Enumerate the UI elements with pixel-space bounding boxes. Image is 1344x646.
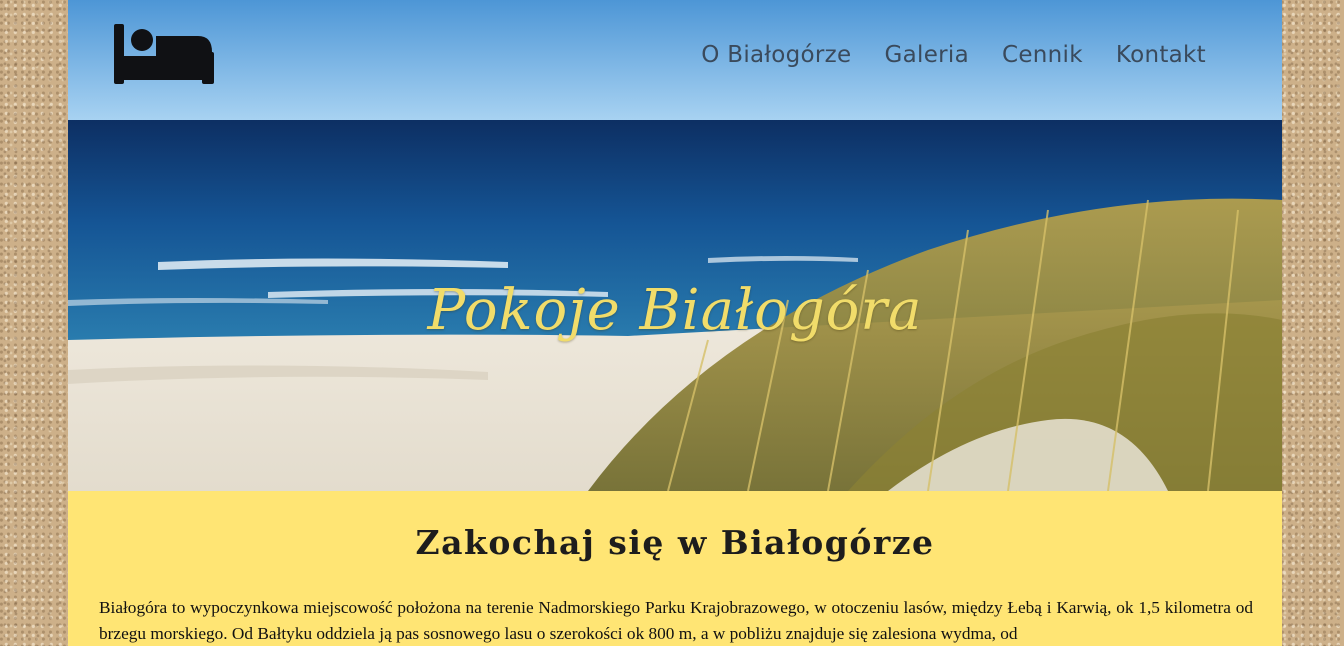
- intro-heading: Zakochaj się w Białogórze: [415, 523, 935, 562]
- main-nav: O Białogórze Galeria Cennik Kontakt: [701, 42, 1206, 68]
- intro-paragraph: Białogóra to wypoczynkowa miejscowość po…: [99, 598, 1253, 643]
- nav-link-kontakt[interactable]: Kontakt: [1116, 42, 1206, 68]
- hero-image: [68, 0, 1282, 491]
- bed-icon[interactable]: [112, 22, 216, 86]
- nav-link-o-bialogorze[interactable]: O Białogórze: [701, 42, 851, 68]
- nav-link-galeria[interactable]: Galeria: [884, 42, 969, 68]
- intro-section: Zakochaj się w Białogórze Białogóra to w…: [68, 491, 1282, 646]
- page-container: O Białogórze Galeria Cennik Kontakt Poko…: [68, 0, 1282, 646]
- hero-section: O Białogórze Galeria Cennik Kontakt Poko…: [68, 0, 1282, 491]
- hero-title: Pokoje Białogóra: [427, 278, 923, 343]
- nav-link-cennik[interactable]: Cennik: [1002, 42, 1083, 68]
